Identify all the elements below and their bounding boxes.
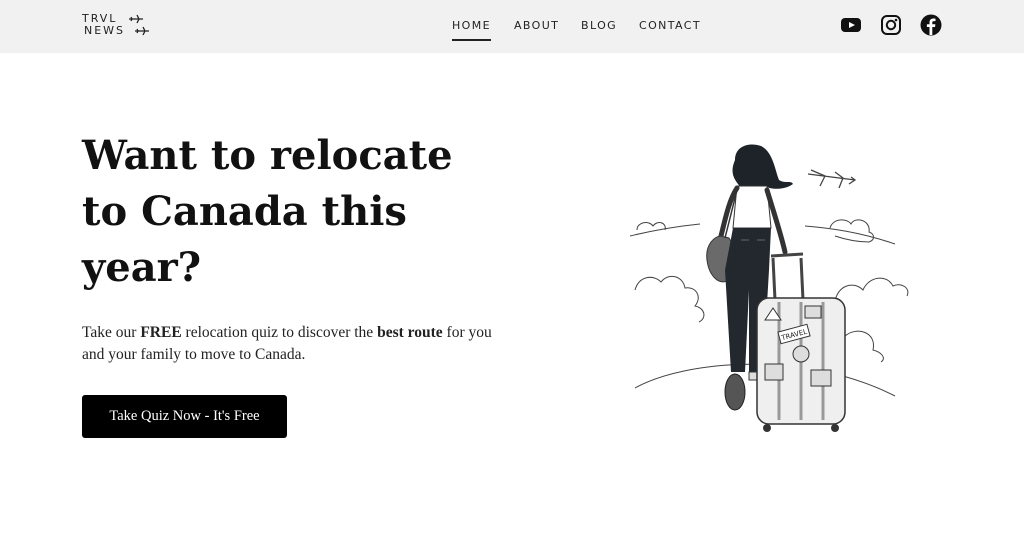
nav-blog[interactable]: BLOG bbox=[581, 19, 617, 32]
nav-home[interactable]: HOME bbox=[452, 19, 491, 41]
hero-title: Want to relocate to Canada this year? bbox=[82, 132, 453, 291]
hero-description: Take our FREE relocation quiz to discove… bbox=[82, 322, 502, 366]
hero-text-bold-best-route: best route bbox=[377, 324, 443, 341]
plane-icon bbox=[129, 14, 143, 24]
brand-line-2: NEWS bbox=[84, 24, 126, 37]
hero-text-part: Take our bbox=[82, 324, 141, 341]
instagram-icon[interactable] bbox=[880, 14, 902, 36]
facebook-icon[interactable] bbox=[920, 14, 942, 36]
hero-text-bold-free: FREE bbox=[140, 324, 182, 341]
plane-icon bbox=[135, 26, 149, 36]
nav-about[interactable]: ABOUT bbox=[514, 19, 559, 32]
brand-line-1: TRVL bbox=[82, 12, 118, 25]
take-quiz-button[interactable]: Take Quiz Now - It's Free bbox=[82, 395, 287, 438]
hero-text-part: relocation quiz to discover the bbox=[181, 324, 378, 341]
nav-contact[interactable]: CONTACT bbox=[639, 19, 701, 32]
youtube-icon[interactable] bbox=[840, 14, 862, 36]
traveler-illustration: TRAVEL bbox=[629, 144, 909, 432]
brand-logo[interactable]: TRVL NEWS bbox=[82, 13, 152, 39]
top-navigation-bar: TRVL NEWS HOME ABOUT BLOG CONTACT bbox=[0, 0, 1024, 53]
